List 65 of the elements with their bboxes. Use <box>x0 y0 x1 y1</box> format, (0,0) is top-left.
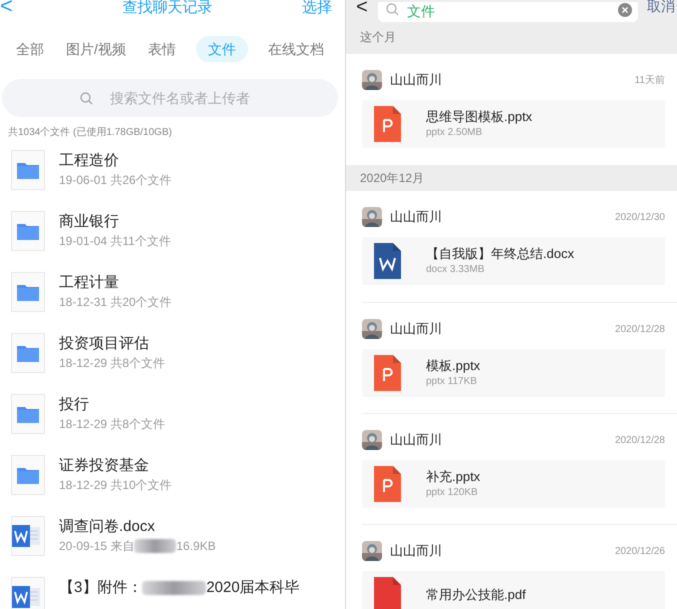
section-title: 这个月 <box>360 29 396 46</box>
file-card[interactable]: 【自我版】年终总结.docx docx 3.33MB <box>362 237 665 285</box>
file-name: 常用办公技能.pdf <box>426 586 526 604</box>
file-meta: 18-12-29 共8个文件 <box>59 355 166 371</box>
folder-icon <box>11 394 45 434</box>
sender-name: 山山而川 <box>390 320 443 338</box>
search-field[interactable]: 搜索文件名或者上传者 <box>2 79 338 117</box>
file-meta: 18-12-29 共8个文件 <box>59 416 166 432</box>
file-meta: docx 3.33MB <box>426 263 486 277</box>
sender-name: 山山而川 <box>390 431 443 450</box>
search-icon <box>80 92 93 105</box>
file-name[interactable]: 2020届本科毕 <box>206 578 300 598</box>
sender-name: 山山而川 <box>390 208 443 226</box>
search-icon <box>386 3 399 16</box>
file-name: 补充.pptx <box>426 468 480 486</box>
file-card[interactable]: 补充.pptx pptx 120KB <box>362 460 665 508</box>
message-time: 11天前 <box>634 74 665 88</box>
tab[interactable]: 表情 <box>146 36 178 62</box>
tab[interactable]: 全部 <box>14 36 46 62</box>
file-name[interactable]: 证券投资基金 <box>59 456 149 476</box>
file-meta: 19-01-04 共11个文件 <box>59 233 171 249</box>
back-button[interactable]: < <box>346 0 378 14</box>
message-time: 2020/12/26 <box>614 544 665 558</box>
file-count: 共1034个文件 (已使用1.78GB/10GB) <box>8 127 173 139</box>
folder-icon <box>11 211 45 251</box>
message-time: 2020/12/28 <box>614 322 665 336</box>
file-name[interactable]: 商业银行 <box>59 212 119 232</box>
file-name[interactable]: 【3】附件： <box>59 578 142 598</box>
file-name[interactable]: 投行 <box>59 395 89 415</box>
file-size: 16.9KB <box>176 538 216 554</box>
file-meta: 20-09-15 来自 <box>59 538 134 554</box>
file-meta: pptx 2.50MB <box>426 126 484 140</box>
presentation-file-icon <box>374 466 401 502</box>
file-name[interactable]: 工程计量 <box>59 273 119 293</box>
section-title: 2020年12月 <box>360 170 424 187</box>
tab[interactable]: 在线文档 <box>266 36 326 62</box>
file-meta: 18-12-29 共10个文件 <box>59 477 172 493</box>
folder-icon <box>11 455 45 495</box>
file-name: 思维导图模板.pptx <box>426 108 532 126</box>
file-name: 【自我版】年终总结.docx <box>426 245 574 263</box>
pdf-file-icon <box>374 577 401 609</box>
clear-icon[interactable] <box>618 3 632 17</box>
file-meta: pptx 120KB <box>426 486 479 500</box>
message-time: 2020/12/28 <box>614 434 665 448</box>
file-name[interactable]: 工程造价 <box>59 151 119 171</box>
file-card[interactable]: 模板.pptx pptx 117KB <box>362 349 665 397</box>
file-name[interactable]: 调查问卷.docx <box>59 517 155 537</box>
sender-name: 山山而川 <box>390 71 443 90</box>
word-file-icon <box>11 516 45 556</box>
presentation-file-icon <box>374 355 401 391</box>
file-meta: 18-12-31 共20个文件 <box>59 294 172 310</box>
folder-icon <box>11 150 45 190</box>
sender-name: 山山而川 <box>390 542 443 560</box>
tab[interactable]: 图片/视频 <box>64 36 128 62</box>
file-name[interactable]: 投资项目评估 <box>59 334 149 354</box>
folder-icon <box>11 333 45 373</box>
message-time: 2020/12/30 <box>614 210 665 224</box>
file-meta: 19-06-01 共26个文件 <box>59 172 172 188</box>
folder-icon <box>11 272 45 312</box>
file-card[interactable]: 常用办公技能.pdf <box>362 571 665 609</box>
presentation-file-icon <box>374 106 401 142</box>
file-meta: pptx 117KB <box>426 375 478 389</box>
file-name: 模板.pptx <box>426 357 480 375</box>
word-file-icon <box>374 243 401 279</box>
file-card[interactable]: 思维导图模板.pptx pptx 2.50MB <box>362 100 665 148</box>
